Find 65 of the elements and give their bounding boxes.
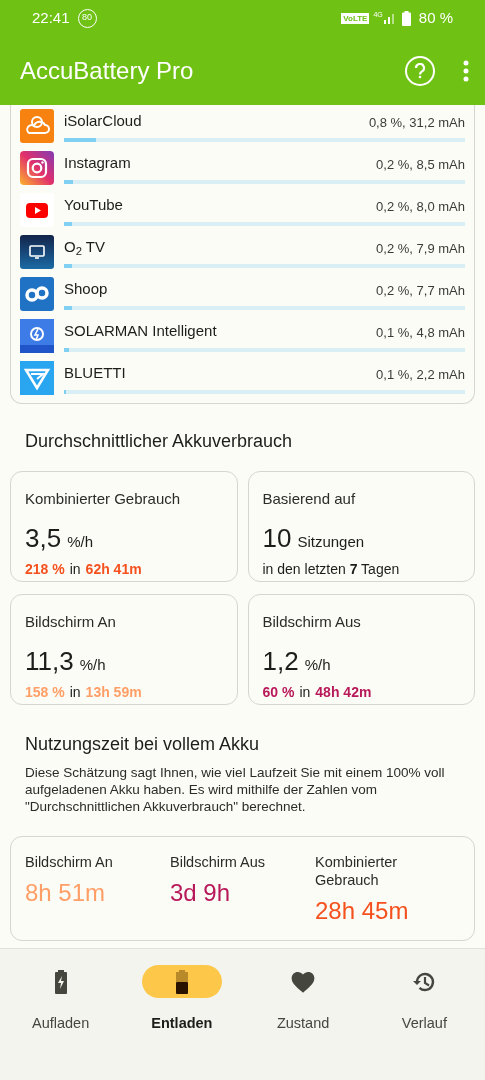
app-usage: 0,2 %, 7,9 mAh	[376, 240, 465, 259]
nav-tab[interactable]: Zustand	[242, 965, 364, 1035]
battery-charging-icon	[53, 969, 68, 994]
play-icon	[20, 193, 54, 227]
estimate-label: Kombinierter Gebrauch	[315, 853, 399, 889]
app-name: BLUETTI	[64, 363, 127, 384]
app-usage: 0,2 %, 7,7 mAh	[376, 282, 465, 301]
nav-tab[interactable]: Verlauf	[363, 965, 485, 1035]
heart-icon	[290, 969, 317, 994]
app-usage: 0,2 %, 8,5 mAh	[376, 156, 465, 175]
app-name: YouTube	[64, 195, 124, 216]
stat-label: Kombinierter Gebrauch	[25, 489, 182, 509]
stat-joiner: in	[299, 682, 311, 702]
stat-duration: 13h 59m	[85, 682, 142, 702]
help-icon[interactable]	[405, 55, 435, 86]
app-usage: 0,1 %, 4,8 mAh	[376, 324, 465, 343]
app-name: Instagram	[64, 153, 132, 174]
section-title: Nutzungszeit bei vollem Akku	[25, 733, 261, 756]
estimate-value: 28h 45m	[315, 896, 410, 926]
infinity-icon	[20, 277, 54, 311]
stat-percent: 60 %	[262, 682, 295, 702]
sun-cloud-icon	[20, 109, 54, 143]
stat-value: 10	[262, 521, 292, 555]
section-title: Durchschnittlicher Akkuverbrauch	[25, 430, 294, 453]
stat-value: 1,2	[262, 644, 299, 678]
app-name: O$_{2}$ TV	[64, 237, 106, 259]
camera-icon	[20, 151, 54, 185]
stat-unit: %/h	[67, 531, 93, 552]
stat-value: 11,3	[25, 644, 74, 678]
stat-detail: in den letzten 7 Tagen	[262, 559, 401, 579]
status-time: 22:41	[32, 7, 70, 28]
monitor-icon	[20, 235, 54, 269]
estimate-label: Bildschirm Aus	[170, 853, 267, 871]
stat-label: Basierend auf	[262, 489, 357, 509]
stat-value: 3,5	[25, 521, 62, 555]
bolt-icon	[20, 319, 54, 353]
stat-unit: Sitzungen	[297, 531, 365, 552]
stat-unit: %/h	[79, 654, 106, 675]
stat-duration: 48h 42m	[315, 682, 372, 702]
nav-tab[interactable]: Entladen	[121, 965, 243, 1035]
more-options-icon[interactable]	[463, 59, 469, 82]
stat-unit: %/h	[304, 654, 331, 675]
estimate-value: 3d 9h	[170, 878, 232, 908]
app-name: iSolarCloud	[64, 111, 143, 132]
estimate-value: 8h 51m	[25, 878, 107, 908]
app-title: AccuBattery Pro	[20, 55, 195, 86]
app-name: Shoop	[64, 279, 109, 300]
battery-low-icon	[174, 969, 189, 994]
section-description: Diese Schätzung sagt Ihnen, wie viel Laufzeit Sie mit einem 100% voll aufgeladenen Akku haben. Es wird mithilfe der Zahlen vom "Durchschnittlichen Akkuverbrauch" berechnet.	[25, 764, 446, 815]
battery-icon	[401, 10, 411, 26]
stat-percent: 218 %	[25, 559, 65, 579]
stat-label: Bildschirm Aus	[262, 612, 362, 632]
stat-label: Bildschirm An	[25, 612, 117, 632]
stat-joiner: in	[69, 682, 81, 702]
app-usage: 0,1 %, 2,2 mAh	[376, 366, 465, 385]
battery-percent: 80 %	[418, 7, 453, 28]
app-name: SOLARMAN Intelligent	[64, 321, 218, 342]
app-usage: 0,2 %, 8,0 mAh	[376, 198, 465, 217]
nav-tab[interactable]: Aufladen	[0, 965, 122, 1035]
stat-percent: 158 %	[25, 682, 65, 702]
stat-joiner: in	[69, 559, 81, 579]
app-usage: 0,8 %, 31,2 mAh	[368, 114, 465, 133]
volte-indicator: VoLTE	[341, 12, 370, 24]
estimate-label: Bildschirm An	[25, 853, 114, 871]
stat-duration: 62h 41m	[85, 559, 142, 579]
